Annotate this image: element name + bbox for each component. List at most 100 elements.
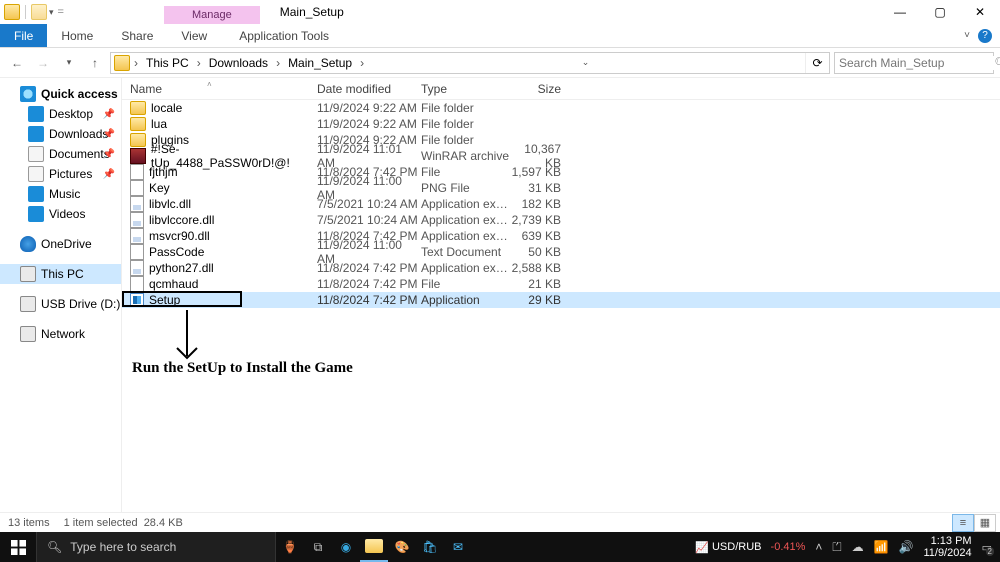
column-size[interactable]: Size	[511, 82, 567, 96]
qat-open-icon[interactable]	[31, 4, 47, 20]
search-input[interactable]	[839, 56, 994, 70]
taskbar-search[interactable]: 🔍︎ Type here to search	[36, 532, 276, 562]
file-type: File folder	[421, 133, 511, 147]
sidebar-network[interactable]: Network	[0, 324, 121, 344]
nav-history-dropdown[interactable]: ▾	[58, 52, 80, 74]
tray-currency-widget[interactable]: 📈USD/RUB -0.41%	[695, 541, 805, 554]
ribbon: File Home Share View Application Tools ˅…	[0, 24, 1000, 48]
help-icon[interactable]: ?	[978, 29, 992, 43]
sidebar-quick-access[interactable]: Quick access	[0, 84, 121, 104]
file-name: Setup	[149, 293, 180, 307]
videos-icon	[28, 206, 44, 222]
tray-overflow-icon[interactable]: ˄	[815, 540, 822, 554]
qat-dropdown-icon[interactable]: ▾	[49, 7, 54, 18]
sidebar-usb-drive[interactable]: USB Drive (D:)	[0, 294, 121, 314]
column-date[interactable]: Date modified	[317, 82, 421, 96]
maximize-button[interactable]: ▢	[920, 0, 960, 24]
file-row[interactable]: Key11/9/2024 11:00 AMPNG File31 KB	[122, 180, 1000, 196]
file-row[interactable]: libvlc.dll7/5/2021 10:24 AMApplication e…	[122, 196, 1000, 212]
file-row[interactable]: libvlccore.dll7/5/2021 10:24 AMApplicati…	[122, 212, 1000, 228]
nav-forward-button[interactable]: →	[32, 52, 54, 74]
file-date: 7/5/2021 10:24 AM	[317, 197, 421, 211]
address-folder-icon	[114, 55, 130, 71]
ribbon-collapse-icon[interactable]: ˅	[964, 30, 970, 41]
nav-bar: ← → ▾ ↑ This PC Downloads Main_Setup ⌄ ⟳…	[0, 48, 1000, 78]
file-tab[interactable]: File	[0, 24, 47, 47]
file-type: File	[421, 165, 511, 179]
file-name: libvlccore.dll	[149, 213, 214, 227]
close-button[interactable]: ✕	[960, 0, 1000, 24]
file-size: 50 KB	[511, 245, 567, 259]
sidebar-onedrive[interactable]: OneDrive	[0, 234, 121, 254]
tab-view[interactable]: View	[167, 24, 221, 47]
task-view-button[interactable]: ⧉	[304, 532, 332, 562]
breadcrumb-downloads[interactable]: Downloads	[205, 56, 272, 70]
file-row[interactable]: Setup11/8/2024 7:42 PMApplication29 KB	[122, 292, 1000, 308]
nav-up-button[interactable]: ↑	[84, 52, 106, 74]
file-name: msvcr90.dll	[149, 229, 210, 243]
address-dropdown-icon[interactable]: ⌄	[578, 57, 594, 68]
address-bar[interactable]: This PC Downloads Main_Setup ⌄ ⟳	[110, 52, 830, 74]
taskbar-app-icon[interactable]: 🎨	[388, 532, 416, 562]
breadcrumb-main-setup[interactable]: Main_Setup	[284, 56, 356, 70]
tray-notifications-icon[interactable]: ▭2	[982, 541, 992, 554]
contextual-tab-header: Manage	[164, 6, 260, 24]
file-row[interactable]: fjthjm11/8/2024 7:42 PMFile1,597 KB	[122, 164, 1000, 180]
file-row[interactable]: msvcr90.dll11/8/2024 7:42 PMApplication …	[122, 228, 1000, 244]
view-large-icons-button[interactable]: ▦	[974, 514, 996, 532]
sidebar-item-desktop[interactable]: Desktop 📌	[0, 104, 121, 124]
sidebar-item-label: Desktop	[49, 107, 93, 121]
file-size: 2,588 KB	[511, 261, 567, 275]
sidebar-item-music[interactable]: Music	[0, 184, 121, 204]
sidebar-item-pictures[interactable]: Pictures📌	[0, 164, 121, 184]
file-row[interactable]: PassCode11/9/2024 11:00 AMText Document5…	[122, 244, 1000, 260]
tab-share[interactable]: Share	[107, 24, 167, 47]
breadcrumb-this-pc[interactable]: This PC	[142, 56, 193, 70]
tray-clock[interactable]: 1:13 PM 11/9/2024	[923, 535, 971, 559]
taskbar-edge-icon[interactable]: ◉	[332, 532, 360, 562]
file-row[interactable]: locale11/9/2024 9:22 AMFile folder	[122, 100, 1000, 116]
file-row[interactable]: qcmhaud11/8/2024 7:42 PMFile21 KB	[122, 276, 1000, 292]
desktop-icon	[28, 106, 44, 122]
annotation-text: Run the SetUp to Install the Game	[132, 360, 353, 377]
file-date: 11/8/2024 7:42 PM	[317, 293, 421, 307]
start-button[interactable]	[0, 532, 36, 562]
taskbar-pinned-icon[interactable]: 🏺	[276, 532, 304, 562]
quick-access-toolbar: ▾ =	[0, 4, 64, 20]
file-type: Application exten...	[421, 261, 511, 275]
pin-icon: 📌	[103, 109, 115, 120]
tray-onedrive-icon[interactable]: ☁	[852, 540, 864, 554]
tab-application-tools[interactable]: Application Tools	[221, 24, 347, 47]
file-date: 11/8/2024 7:42 PM	[317, 277, 421, 291]
nav-back-button[interactable]: ←	[6, 52, 28, 74]
file-row[interactable]: lua11/9/2024 9:22 AMFile folder	[122, 116, 1000, 132]
file-row[interactable]: #!Se-tUp_4488_PaSSW0rD!@!11/9/2024 11:01…	[122, 148, 1000, 164]
sidebar-this-pc[interactable]: This PC	[0, 264, 121, 284]
minimize-button[interactable]: —	[880, 0, 920, 24]
tray-meet-now-icon[interactable]: ⏍	[832, 540, 841, 555]
file-dll-icon	[130, 212, 144, 228]
status-item-count: 13 items	[8, 517, 50, 529]
tab-home[interactable]: Home	[47, 24, 107, 47]
tray-wifi-icon[interactable]: 📶	[874, 540, 889, 554]
taskbar-store-icon[interactable]: 🛍	[416, 532, 444, 562]
sidebar-item-videos[interactable]: Videos	[0, 204, 121, 224]
file-size: 2,739 KB	[511, 213, 567, 227]
refresh-button[interactable]: ⟳	[805, 53, 829, 73]
file-row[interactable]: python27.dll11/8/2024 7:42 PMApplication…	[122, 260, 1000, 276]
taskbar-mail-icon[interactable]: ✉	[444, 532, 472, 562]
file-app-icon	[130, 293, 144, 307]
music-icon	[28, 186, 44, 202]
file-name: Key	[149, 181, 170, 195]
taskbar-explorer-icon[interactable]	[360, 532, 388, 562]
network-icon	[20, 326, 36, 342]
sidebar-item-documents[interactable]: Documents📌	[0, 144, 121, 164]
column-name[interactable]: Name˄	[122, 82, 317, 96]
file-size: 182 KB	[511, 197, 567, 211]
search-box[interactable]: 🔍︎	[834, 52, 994, 74]
tray-volume-icon[interactable]: 🔊	[899, 540, 914, 554]
file-name: qcmhaud	[149, 277, 198, 291]
sidebar-item-downloads[interactable]: Downloads📌	[0, 124, 121, 144]
column-type[interactable]: Type	[421, 82, 511, 96]
view-details-button[interactable]: ≡	[952, 514, 974, 532]
